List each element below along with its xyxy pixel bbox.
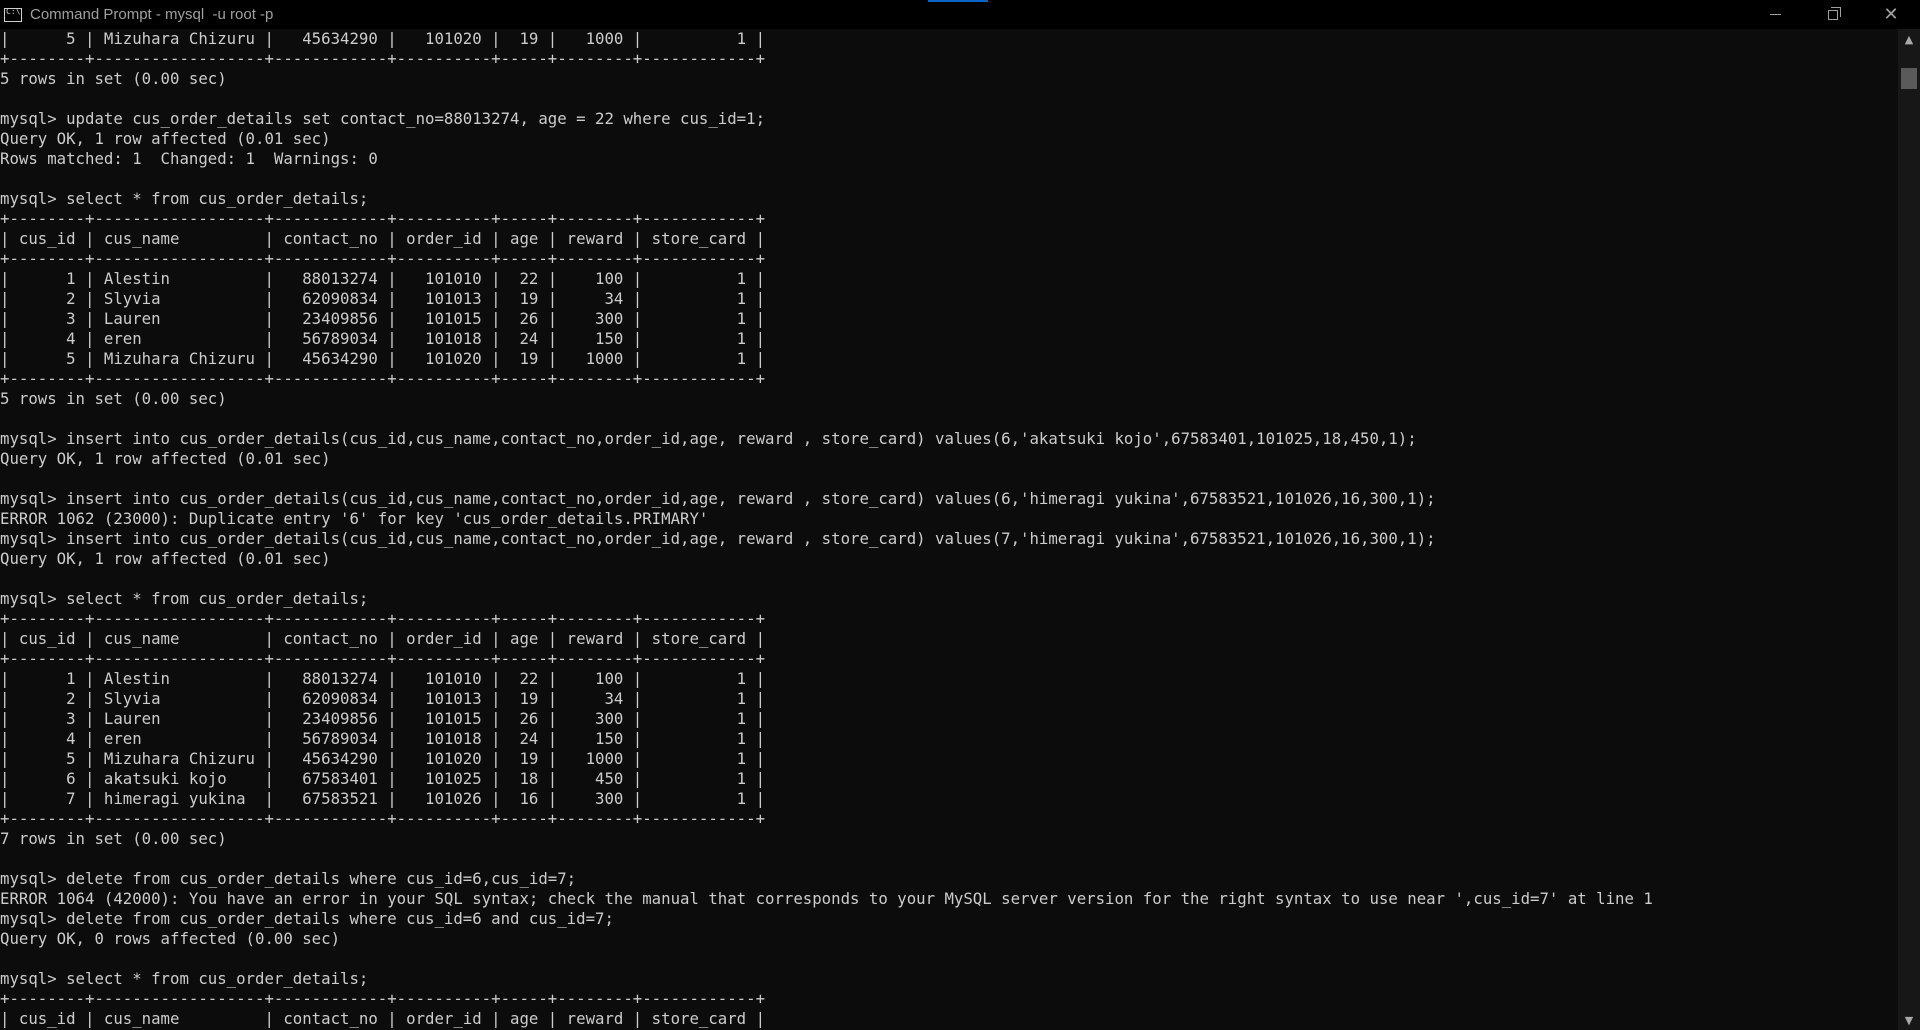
title-accent <box>928 0 988 2</box>
console-line: ERROR 1062 (23000): Duplicate entry '6' … <box>0 509 709 528</box>
restore-icon <box>1828 6 1841 20</box>
command-prompt-window: Command Prompt - mysql -u root -p ✕ | 5 … <box>0 0 1920 1030</box>
console-line: | 3 | Lauren | 23409856 | 101015 | 26 | … <box>0 309 766 328</box>
window-title: Command Prompt - mysql -u root -p <box>30 6 274 23</box>
restore-button[interactable] <box>1804 0 1862 29</box>
console-line: 5 rows in set (0.00 sec) <box>0 69 227 88</box>
console-line: | 5 | Mizuhara Chizuru | 45634290 | 1010… <box>0 349 766 368</box>
console-line: | 6 | akatsuki kojo | 67583401 | 101025 … <box>0 769 766 788</box>
console-line: | 1 | Alestin | 88013274 | 101010 | 22 |… <box>0 269 766 288</box>
title-bar[interactable]: Command Prompt - mysql -u root -p ✕ <box>0 0 1920 29</box>
console-line: mysql> insert into cus_order_details(cus… <box>0 429 1417 448</box>
console-line: | cus_id | cus_name | contact_no | order… <box>0 629 766 648</box>
minimize-button[interactable] <box>1746 0 1804 29</box>
console-line: Query OK, 1 row affected (0.01 sec) <box>0 549 331 568</box>
scroll-up-button[interactable]: ▲ <box>1898 29 1920 49</box>
close-button[interactable]: ✕ <box>1862 0 1920 29</box>
console-line: Query OK, 1 row affected (0.01 sec) <box>0 129 331 148</box>
console-line: | 3 | Lauren | 23409856 | 101015 | 26 | … <box>0 709 766 728</box>
console-line: Query OK, 1 row affected (0.01 sec) <box>0 449 331 468</box>
console-line: | cus_id | cus_name | contact_no | order… <box>0 229 766 248</box>
console-line: +--------+------------------+-----------… <box>0 609 766 628</box>
console-line: Query OK, 0 rows affected (0.00 sec) <box>0 929 341 948</box>
console-line: mysql> select * from cus_order_details; <box>0 189 369 208</box>
console-line: +--------+------------------+-----------… <box>0 249 766 268</box>
console-line: 7 rows in set (0.00 sec) <box>0 829 227 848</box>
scroll-thumb[interactable] <box>1901 68 1917 89</box>
console-line: | 2 | Slyvia | 62090834 | 101013 | 19 | … <box>0 689 766 708</box>
vertical-scrollbar[interactable]: ▲ ▼ <box>1898 29 1920 1030</box>
console-line: mysql> delete from cus_order_details whe… <box>0 869 577 888</box>
minimize-icon <box>1769 14 1781 15</box>
console-line: mysql> select * from cus_order_details; <box>0 589 369 608</box>
console-line: +--------+------------------+-----------… <box>0 209 766 228</box>
console-line: Rows matched: 1 Changed: 1 Warnings: 0 <box>0 149 378 168</box>
console-line: +--------+------------------+-----------… <box>0 809 766 828</box>
console-line: | 5 | Mizuhara Chizuru | 45634290 | 1010… <box>0 749 766 768</box>
console-line: mysql> select * from cus_order_details; <box>0 969 369 988</box>
console-line: | 7 | himeragi yukina | 67583521 | 10102… <box>0 789 766 808</box>
console-line: | 4 | eren | 56789034 | 101018 | 24 | 15… <box>0 729 766 748</box>
cmd-icon <box>4 7 22 22</box>
console-line: | 2 | Slyvia | 62090834 | 101013 | 19 | … <box>0 289 766 308</box>
console-line: +--------+------------------+-----------… <box>0 369 766 388</box>
console-line: +--------+------------------+-----------… <box>0 649 766 668</box>
console-line: mysql> update cus_order_details set cont… <box>0 109 766 128</box>
console-line: | 4 | eren | 56789034 | 101018 | 24 | 15… <box>0 329 766 348</box>
close-icon: ✕ <box>1883 3 1899 25</box>
console-line: mysql> insert into cus_order_details(cus… <box>0 529 1436 548</box>
window-controls: ✕ <box>1746 0 1920 29</box>
console-line: 5 rows in set (0.00 sec) <box>0 389 227 408</box>
console-line: +--------+------------------+-----------… <box>0 49 766 68</box>
scroll-down-button[interactable]: ▼ <box>1898 1010 1920 1030</box>
console-line: | cus_id | cus_name | contact_no | order… <box>0 1009 766 1028</box>
console-line: mysql> delete from cus_order_details whe… <box>0 909 614 928</box>
console-line: | 1 | Alestin | 88013274 | 101010 | 22 |… <box>0 669 766 688</box>
console-line: mysql> insert into cus_order_details(cus… <box>0 489 1436 508</box>
console-line: ERROR 1064 (42000): You have an error in… <box>0 889 1653 908</box>
arrow-up-icon: ▲ <box>1904 32 1914 46</box>
console-line: +--------+------------------+-----------… <box>0 989 766 1008</box>
console-line: | 5 | Mizuhara Chizuru | 45634290 | 1010… <box>0 29 766 48</box>
console-output[interactable]: | 5 | Mizuhara Chizuru | 45634290 | 1010… <box>0 29 1898 1030</box>
arrow-down-icon: ▼ <box>1904 1013 1914 1027</box>
